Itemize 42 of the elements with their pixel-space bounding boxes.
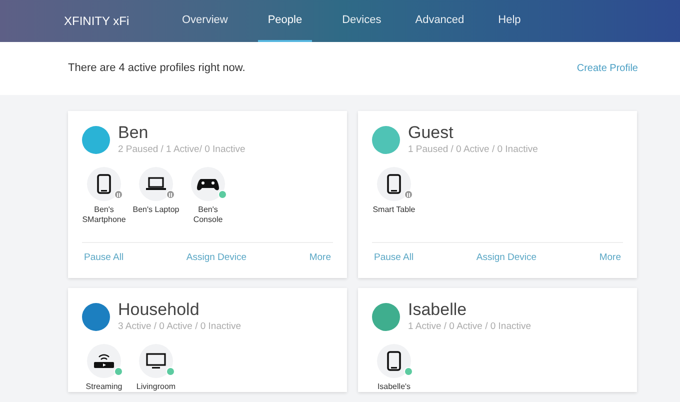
phone-icon bbox=[387, 351, 401, 372]
device-button[interactable] bbox=[139, 167, 173, 202]
device-button[interactable] bbox=[87, 167, 121, 202]
phone-icon bbox=[97, 174, 111, 194]
profile-status-counts: 3 Active / 0 Active / 0 Inactive bbox=[118, 320, 242, 334]
nav-tab[interactable]: Advanced bbox=[411, 0, 468, 42]
create-profile-link[interactable]: Create Profile bbox=[576, 61, 638, 76]
device-button[interactable] bbox=[87, 344, 121, 378]
device-button[interactable] bbox=[139, 344, 173, 378]
brand-logo[interactable]: XFINITY xFi bbox=[64, 12, 178, 30]
device-label: Isabelle's bbox=[376, 382, 412, 392]
device-label: Streaming bbox=[84, 382, 124, 392]
profile-status-counts: 1 Active / 0 Active / 0 Inactive bbox=[408, 320, 532, 334]
device-label: Ben's SMartphone bbox=[81, 205, 127, 226]
card-action-link[interactable]: Assign Device bbox=[186, 251, 247, 266]
device-label: Ben's Laptop bbox=[132, 205, 180, 216]
card-action-link[interactable]: More bbox=[309, 251, 331, 266]
profile-status-counts: 1 Paused / 0 Active / 0 Inactive bbox=[408, 143, 538, 157]
card-action-link[interactable]: More bbox=[599, 251, 621, 266]
profile-status-counts: 2 Paused / 1 Active/ 0 Inactive bbox=[118, 143, 246, 157]
nav-tab[interactable]: Devices bbox=[338, 0, 386, 42]
tv-icon bbox=[146, 353, 166, 370]
profile-name: Isabelle bbox=[408, 300, 468, 320]
device-button[interactable] bbox=[191, 167, 225, 202]
device-label: Smart Table bbox=[372, 205, 416, 216]
streaming-box-icon bbox=[93, 352, 115, 370]
card-action-link[interactable]: Pause All bbox=[84, 251, 124, 266]
device-button[interactable] bbox=[377, 344, 411, 378]
profile-name: Household bbox=[118, 300, 200, 320]
nav-tab[interactable]: Overview bbox=[178, 0, 232, 42]
device-label: Livingroom bbox=[135, 382, 177, 392]
card-action-link[interactable]: Assign Device bbox=[476, 251, 537, 266]
profile-name: Ben bbox=[118, 123, 150, 143]
device-label: Ben's Console bbox=[192, 205, 224, 226]
laptop-icon bbox=[146, 177, 166, 192]
summary-text: There are 4 active profiles right now. bbox=[68, 61, 246, 76]
profile-name: Guest bbox=[408, 123, 454, 143]
phone-icon bbox=[387, 174, 401, 194]
device-button[interactable] bbox=[377, 167, 411, 202]
nav-tab[interactable]: Help bbox=[494, 0, 525, 42]
card-action-link[interactable]: Pause All bbox=[374, 251, 414, 266]
gamepad-icon bbox=[197, 177, 219, 192]
